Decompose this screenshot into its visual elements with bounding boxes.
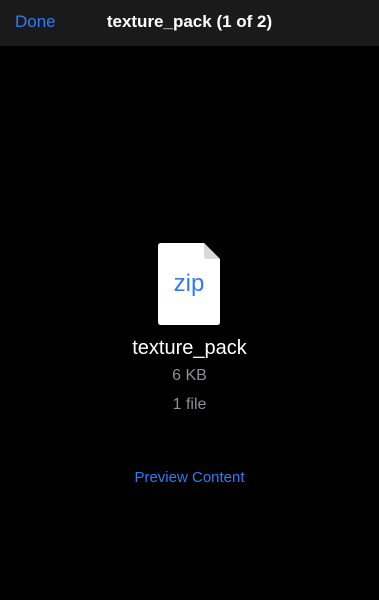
done-button[interactable]: Done	[15, 12, 56, 32]
file-name: texture_pack	[132, 337, 247, 359]
nav-title: texture_pack (1 of 2)	[106, 12, 273, 31]
preview-content-button[interactable]: Preview Content	[0, 469, 379, 486]
file-size: 6 KB	[172, 367, 207, 384]
navigation-bar: texture_pack (1 of 2) Done	[0, 0, 379, 46]
file-extension-label: zip	[173, 270, 205, 297]
file-count: 1 file	[172, 396, 207, 413]
